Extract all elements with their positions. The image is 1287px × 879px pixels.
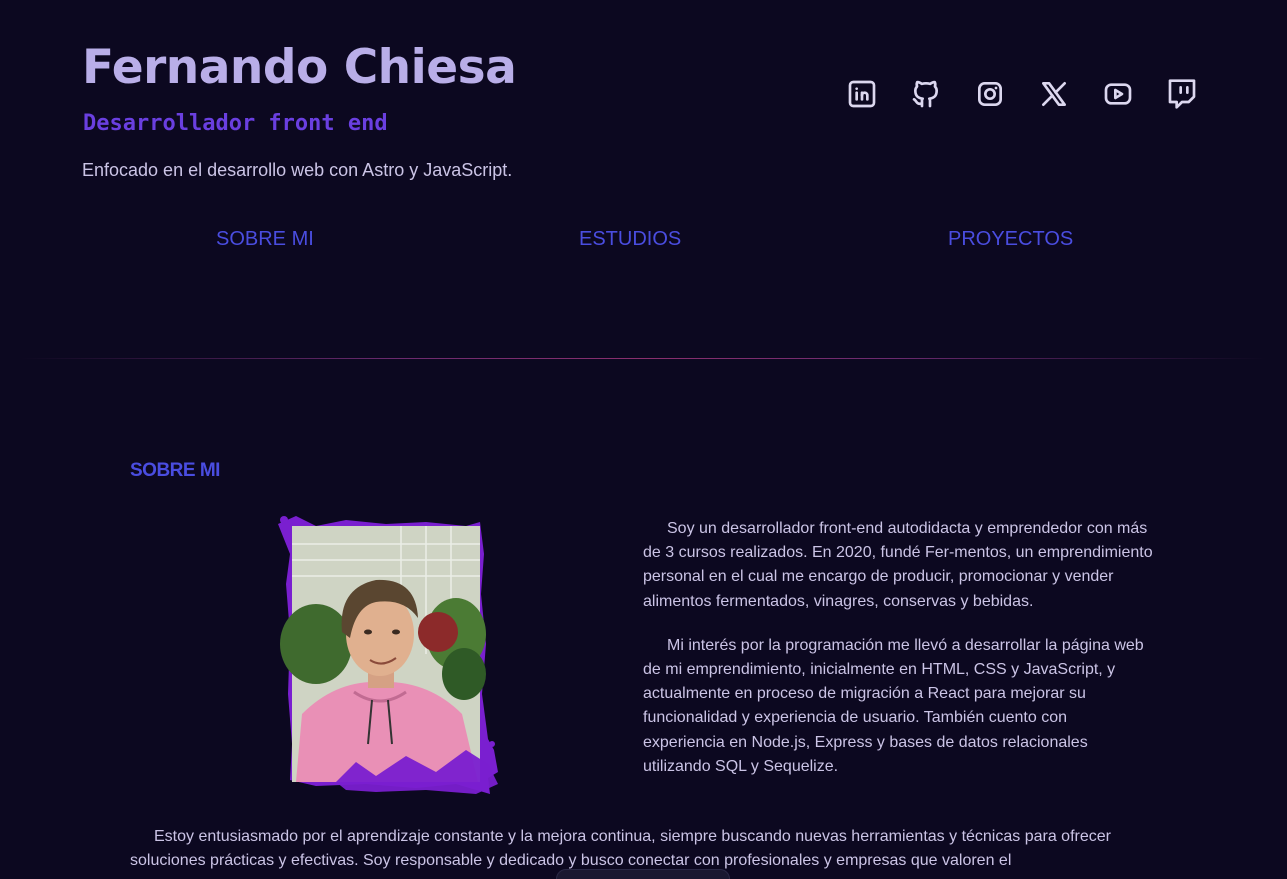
section-divider [20, 358, 1267, 359]
instagram-icon [978, 82, 1002, 106]
profile-photo [276, 514, 498, 796]
youtube-icon [1104, 83, 1132, 105]
about-paragraph-bottom: Estoy entusiasmado por el aprendizaje co… [130, 828, 1111, 870]
about-paragraph: Soy un desarrollador front-end autodidac… [643, 520, 1153, 610]
main-nav: SOBRE MI ESTUDIOS PROYECTOS [0, 228, 1287, 254]
about-section-title: SOBRE MI [130, 460, 220, 481]
twitch-icon [1168, 79, 1196, 109]
nav-about[interactable]: SOBRE MI [216, 228, 314, 251]
nav-studies[interactable]: ESTUDIOS [579, 228, 681, 251]
role-subtitle: Desarrollador front end [83, 111, 388, 136]
instagram-link[interactable] [974, 76, 1006, 112]
github-icon [912, 80, 938, 108]
twitch-link[interactable] [1166, 76, 1198, 112]
social-links [846, 76, 1198, 112]
page-title: Fernando Chiesa [82, 40, 517, 95]
nav-projects[interactable]: PROYECTOS [948, 228, 1073, 251]
about-paragraph: Mi interés por la programación me llevó … [643, 636, 1144, 775]
profile-photo-illustration [278, 516, 498, 794]
x-icon [1042, 82, 1066, 106]
portfolio-page: Fernando Chiesa Desarrollador front end … [0, 0, 1287, 879]
x-link[interactable] [1038, 76, 1070, 112]
linkedin-link[interactable] [846, 76, 878, 112]
linkedin-icon [848, 80, 876, 108]
github-link[interactable] [910, 76, 942, 112]
about-text: Soy un desarrollador front-end autodidac… [643, 517, 1153, 799]
tagline: Enfocado en el desarrollo web con Astro … [82, 160, 513, 180]
youtube-link[interactable] [1102, 76, 1134, 112]
floating-bar[interactable] [556, 869, 730, 879]
